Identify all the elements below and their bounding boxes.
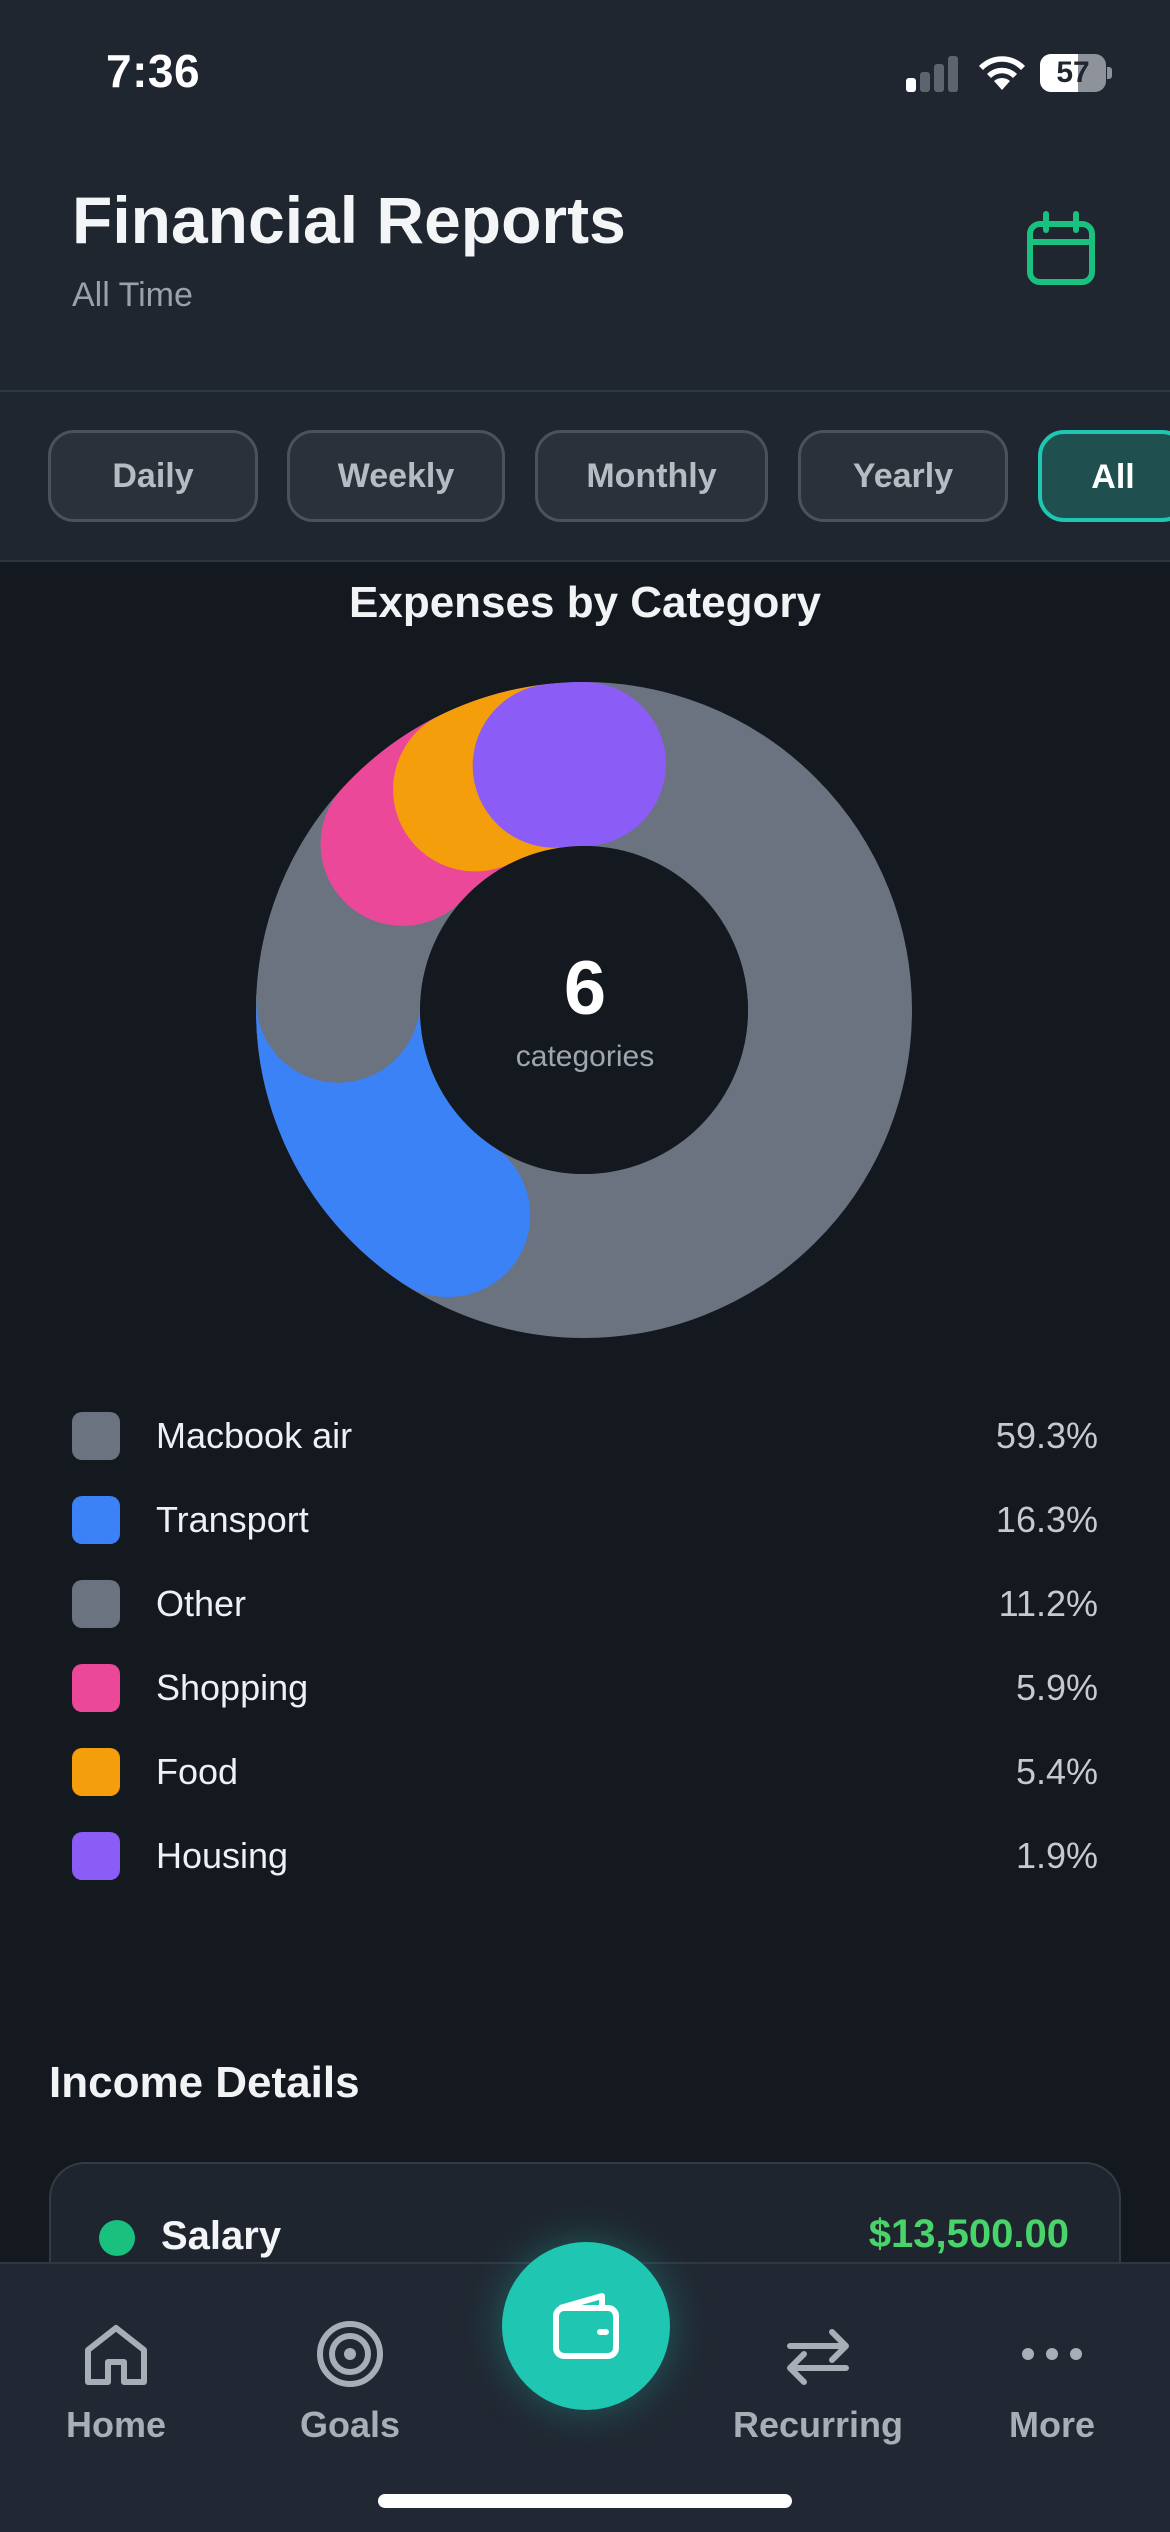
- legend-category-name: Housing: [156, 1835, 289, 1876]
- more-icon: [1022, 2348, 1082, 2360]
- income-color-dot: [99, 2220, 135, 2256]
- wifi-icon: [979, 56, 1025, 90]
- tab-goals-label: Goals: [299, 2404, 401, 2445]
- legend-percentage: 5.9%: [1015, 1667, 1098, 1708]
- legend-percentage: 59.3%: [995, 1415, 1098, 1456]
- legend-percentage: 16.3%: [995, 1499, 1098, 1540]
- legend-item: Shopping 5.9%: [72, 1657, 1098, 1741]
- filter-all[interactable]: All: [1038, 430, 1170, 522]
- home-indicator: [378, 2494, 792, 2508]
- battery-percentage: 57: [1056, 56, 1090, 89]
- home-icon: [85, 2325, 147, 2385]
- tab-more-label: More: [1008, 2404, 1095, 2445]
- header-background: 7:36 57 Financial Reports All Time: [0, 0, 1170, 390]
- legend-percentage: 11.2%: [998, 1583, 1098, 1624]
- legend-category-name: Transport: [156, 1499, 309, 1540]
- calendar-icon: [1027, 211, 1095, 285]
- tab-goals[interactable]: Goals: [250, 2318, 450, 2446]
- status-bar: 7:36 57: [0, 0, 1170, 140]
- category-count: 6: [563, 946, 607, 1031]
- legend-item: Transport 16.3%: [72, 1489, 1098, 1573]
- legend-category-name: Macbook air: [156, 1415, 353, 1456]
- filter-monthly[interactable]: Monthly: [535, 430, 768, 522]
- income-section-title: Income Details: [49, 2058, 360, 2107]
- filter-yearly[interactable]: Yearly: [798, 430, 1008, 522]
- filter-weekly[interactable]: Weekly: [287, 430, 505, 522]
- legend-category-name: Other: [156, 1583, 247, 1624]
- status-time: 7:36: [106, 45, 201, 97]
- wallet-icon: [553, 2293, 619, 2359]
- calendar-button[interactable]: [1024, 210, 1098, 288]
- category-count-label: categories: [515, 1040, 655, 1073]
- tab-more[interactable]: More: [952, 2318, 1152, 2446]
- legend-swatch: [72, 1832, 120, 1880]
- filter-daily[interactable]: Daily: [48, 430, 258, 522]
- chart-title: Expenses by Category: [349, 578, 821, 627]
- legend-item: Macbook air 59.3%: [72, 1405, 1098, 1489]
- screen: 7:36 57 Financial Reports All Time Daily…: [0, 0, 1170, 2532]
- legend-swatch: [72, 1748, 120, 1796]
- period-filter-bar: Daily Weekly Monthly Yearly All: [0, 390, 1170, 562]
- legend-item: Housing 1.9%: [72, 1825, 1098, 1909]
- legend-category-name: Food: [156, 1751, 239, 1792]
- tab-home-label: Home: [65, 2404, 167, 2445]
- legend-percentage: 5.4%: [1015, 1751, 1098, 1792]
- legend-swatch: [72, 1412, 120, 1460]
- legend-swatch: [72, 1664, 120, 1712]
- target-icon: [317, 2321, 383, 2387]
- donut-slice-housing: [472, 682, 666, 848]
- tab-recurring-label: Recurring: [732, 2404, 904, 2445]
- legend-item: Food 5.4%: [72, 1741, 1098, 1825]
- battery-icon: 57: [1040, 54, 1112, 94]
- cellular-signal-icon: [906, 56, 960, 92]
- legend-category-name: Shopping: [156, 1667, 309, 1708]
- chart-legend: Macbook air 59.3% Transport 16.3% Other 11.2%…: [72, 1405, 1098, 1909]
- tab-recurring[interactable]: Recurring: [718, 2318, 918, 2446]
- repeat-icon: [787, 2329, 849, 2385]
- income-amount: $13,500.00: [868, 2212, 1069, 2256]
- legend-item: Other 11.2%: [72, 1573, 1098, 1657]
- legend-swatch: [72, 1580, 120, 1628]
- page-title: Financial Reports: [72, 183, 626, 257]
- legend-swatch: [72, 1496, 120, 1544]
- tab-home[interactable]: Home: [16, 2318, 216, 2446]
- legend-percentage: 1.9%: [1015, 1835, 1098, 1876]
- page-subtitle: All Time: [72, 276, 193, 314]
- income-label: Salary: [161, 2214, 282, 2258]
- add-transaction-button[interactable]: [502, 2242, 670, 2410]
